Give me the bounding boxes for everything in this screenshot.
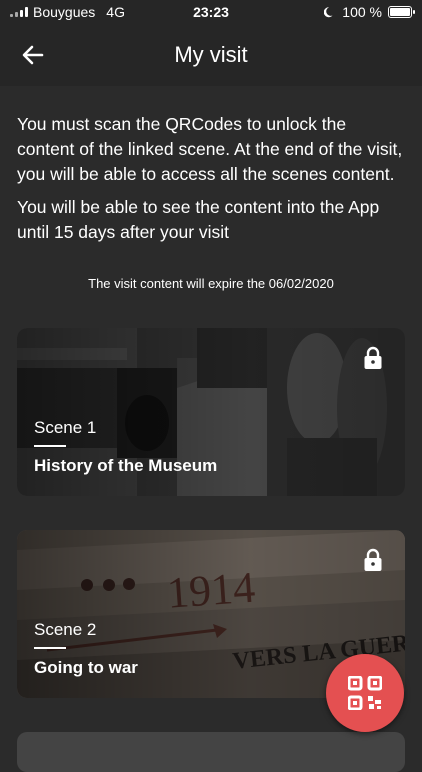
battery-percent: 100 % — [342, 4, 382, 20]
scene-2-number: Scene 2 — [34, 620, 97, 639]
battery-icon — [388, 6, 415, 18]
lock-icon — [364, 346, 382, 369]
page-title: My visit — [174, 42, 248, 67]
intro-paragraph-1: You must scan the QRCodes to unlock the … — [17, 114, 403, 184]
status-bar: Bouygues 4G 23:23 100 % — [0, 0, 422, 24]
intro-paragraph-2: You will be able to see the content into… — [17, 197, 380, 242]
scene-1-divider — [34, 445, 66, 447]
expire-notice: The visit content will expire the 06/02/… — [88, 276, 334, 291]
scan-qr-button[interactable] — [326, 654, 404, 732]
scene-1-name: History of the Museum — [34, 456, 218, 475]
scene-2-name: Going to war — [34, 658, 138, 677]
status-right: 100 % — [324, 4, 415, 20]
qr-code-icon — [348, 676, 382, 710]
scene-card-3-partial[interactable] — [17, 732, 405, 772]
scene-card-1[interactable]: Scene 1 History of the Museum — [17, 328, 405, 496]
scene-1-number: Scene 1 — [34, 418, 97, 437]
moon-icon — [324, 7, 333, 18]
intro-text: You must scan the QRCodes to unlock the … — [17, 112, 407, 245]
app-header: My visit — [0, 24, 422, 86]
scene-2-divider — [34, 647, 66, 649]
lock-icon — [364, 548, 382, 571]
